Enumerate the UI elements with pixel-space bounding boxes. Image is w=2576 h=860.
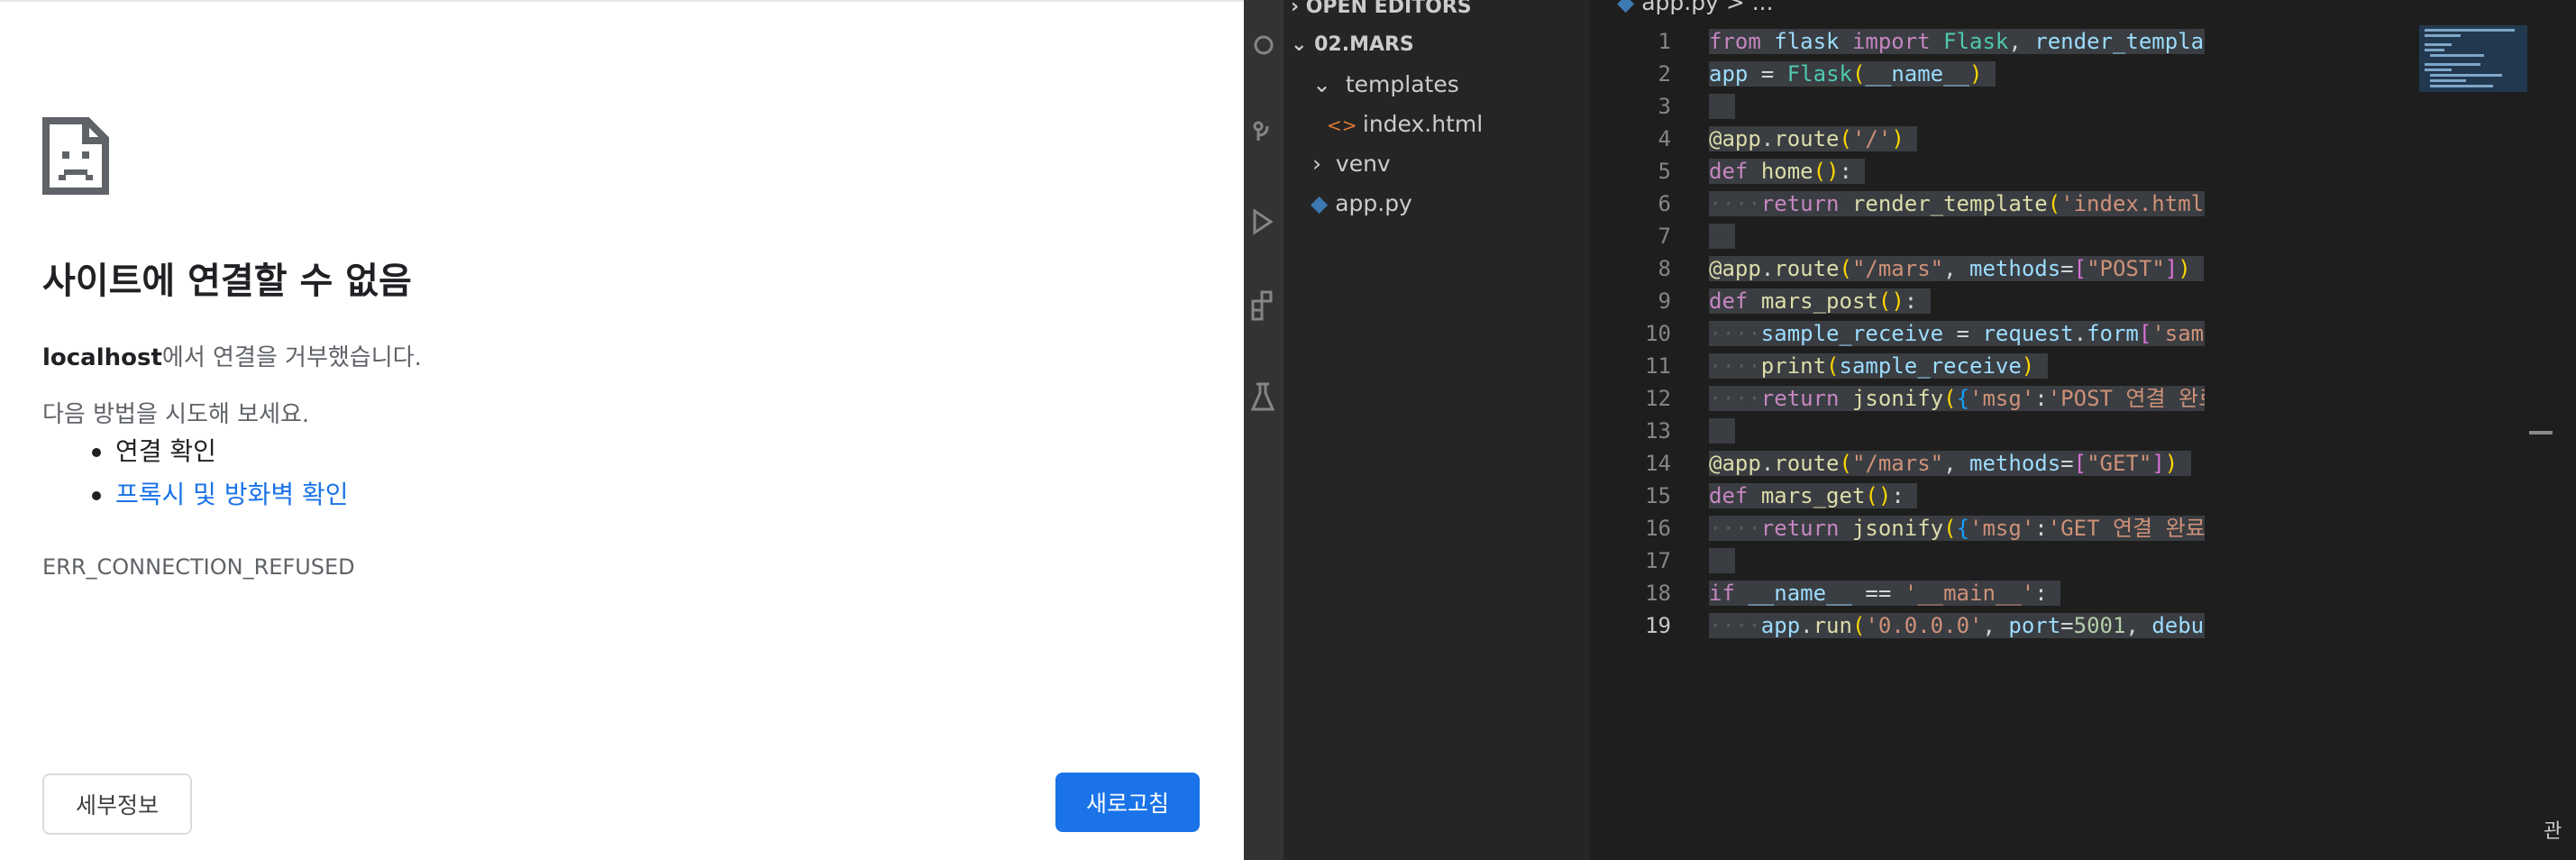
code-line[interactable]: if __name__ == '__main__': bbox=[1709, 577, 2205, 609]
line-number: 11 bbox=[1645, 353, 1671, 379]
tree-item-label: templates bbox=[1345, 71, 1459, 97]
breadcrumb-rest: > ... bbox=[1725, 0, 1774, 15]
suggestion-check-proxy-link[interactable]: 프록시 및 방화벽 확인 bbox=[74, 479, 349, 522]
code-line[interactable] bbox=[1709, 544, 2205, 577]
search-icon[interactable] bbox=[1244, 27, 1283, 63]
error-description: localhost에서 연결을 거부했습니다. bbox=[42, 339, 422, 372]
code-line[interactable]: from flask import Flask, render_template… bbox=[1709, 25, 2205, 58]
tree-item-label: app.py bbox=[1335, 190, 1412, 216]
code-line[interactable]: app = Flask(__name__) bbox=[1709, 58, 2205, 90]
code-line[interactable] bbox=[1709, 90, 2205, 123]
scrollbar-position-marker[interactable] bbox=[2529, 431, 2553, 435]
line-number: 10 bbox=[1645, 321, 1671, 346]
line-number: 14 bbox=[1645, 451, 1671, 476]
reload-button[interactable]: 새로고침 bbox=[1055, 773, 1200, 832]
sad-page-icon bbox=[42, 117, 109, 195]
python-file-icon: ◆ bbox=[1311, 190, 1336, 216]
line-number: 8 bbox=[1658, 256, 1671, 281]
line-number: 6 bbox=[1658, 191, 1671, 216]
line-number: 7 bbox=[1658, 224, 1671, 249]
python-file-icon: ◆ bbox=[1617, 0, 1642, 15]
line-number: 9 bbox=[1658, 288, 1671, 314]
tree-item-templates[interactable]: ⌄ templates bbox=[1312, 65, 1459, 105]
code-line[interactable]: def home(): bbox=[1709, 155, 2205, 188]
code-lines[interactable]: from flask import Flask, render_template… bbox=[1709, 25, 2205, 642]
line-number: 15 bbox=[1645, 483, 1671, 508]
line-number: 3 bbox=[1658, 94, 1671, 119]
code-line[interactable]: ····return render_template('index.html') bbox=[1709, 188, 2205, 220]
code-line[interactable]: @app.route('/') bbox=[1709, 123, 2205, 155]
tree-item-label: index.html bbox=[1362, 111, 1484, 137]
breadcrumb[interactable]: ◆ app.py > ... bbox=[1617, 0, 1774, 15]
run-debug-icon[interactable] bbox=[1244, 204, 1283, 240]
error-host: localhost bbox=[42, 344, 162, 371]
tree-item-index-html[interactable]: <> index.html bbox=[1327, 105, 1483, 144]
source-control-icon[interactable] bbox=[1244, 114, 1283, 150]
line-number: 5 bbox=[1658, 159, 1671, 184]
code-line[interactable]: ····return jsonify({'msg':'POST 연결 완료!'}… bbox=[1709, 382, 2205, 415]
line-number: 16 bbox=[1645, 516, 1671, 541]
project-label: 02.MARS bbox=[1314, 33, 1414, 56]
chevron-right-icon: › bbox=[1291, 0, 1306, 18]
line-number-gutter: 1 2 3 4 5 6 7 8 9 10 11 12 13 14 15 16 1… bbox=[1590, 25, 1671, 642]
open-editors-label: OPEN EDITORS bbox=[1305, 0, 1472, 18]
suggestion-check-connection: 연결 확인 bbox=[74, 435, 349, 479]
project-folder[interactable]: ⌄ 02.MARS bbox=[1291, 25, 1414, 65]
line-number: 18 bbox=[1645, 581, 1671, 606]
code-line[interactable]: def mars_get(): bbox=[1709, 480, 2205, 512]
tree-item-venv[interactable]: › venv bbox=[1312, 144, 1391, 184]
code-line[interactable]: def mars_post(): bbox=[1709, 285, 2205, 317]
code-line[interactable]: ····return jsonify({'msg':'GET 연결 완료!'}) bbox=[1709, 512, 2205, 544]
line-number-active: 19 bbox=[1645, 613, 1671, 638]
error-refused-text: 에서 연결을 거부했습니다. bbox=[161, 344, 422, 371]
chevron-right-icon: › bbox=[1312, 151, 1336, 177]
extensions-icon[interactable] bbox=[1244, 288, 1283, 325]
code-line[interactable]: @app.route("/mars", methods=["GET"]) bbox=[1709, 447, 2205, 480]
browser-error-page: 사이트에 연결할 수 없음 localhost에서 연결을 거부했습니다. 다음… bbox=[0, 0, 1244, 860]
line-number: 2 bbox=[1658, 61, 1671, 87]
code-line[interactable] bbox=[1709, 220, 2205, 252]
minimap[interactable] bbox=[2419, 25, 2527, 837]
try-label: 다음 방법을 시도해 보세요. bbox=[42, 401, 310, 428]
line-number: 4 bbox=[1658, 126, 1671, 151]
explorer-panel: › OPEN EDITORS ⌄ 02.MARS ⌄ templates <> … bbox=[1283, 0, 1590, 860]
tree-item-app-py[interactable]: ◆ app.py bbox=[1311, 184, 1412, 224]
open-editors-section[interactable]: › OPEN EDITORS bbox=[1291, 0, 1472, 27]
error-code: ERR_CONNECTION_REFUSED bbox=[42, 554, 355, 580]
code-line[interactable]: ····print(sample_receive) bbox=[1709, 350, 2205, 382]
line-number: 13 bbox=[1645, 418, 1671, 444]
details-button[interactable]: 세부정보 bbox=[42, 773, 192, 835]
code-line[interactable]: ····sample_receive = request.form['sampl… bbox=[1709, 317, 2205, 350]
testing-icon[interactable] bbox=[1244, 379, 1283, 415]
input-method-indicator: 관 bbox=[2544, 820, 2562, 843]
line-number: 17 bbox=[1645, 548, 1671, 573]
line-number: 1 bbox=[1658, 29, 1671, 54]
code-line[interactable]: ····app.run('0.0.0.0', port=5001, debug=… bbox=[1709, 609, 2205, 642]
html-file-icon: <> bbox=[1327, 114, 1363, 136]
code-line[interactable] bbox=[1709, 415, 2205, 447]
chevron-down-icon: ⌄ bbox=[1291, 33, 1315, 56]
error-title: 사이트에 연결할 수 없음 bbox=[42, 261, 412, 302]
suggestion-list: 연결 확인 프록시 및 방화벽 확인 bbox=[74, 435, 349, 522]
code-editor[interactable]: ◆ app.py > ... 1 2 3 4 5 6 7 8 9 10 11 1… bbox=[1590, 0, 2576, 860]
line-number: 12 bbox=[1645, 386, 1671, 411]
activity-bar bbox=[1244, 0, 1283, 860]
tree-item-label: venv bbox=[1335, 151, 1391, 177]
chevron-down-icon: ⌄ bbox=[1312, 71, 1346, 97]
code-line[interactable]: @app.route("/mars", methods=["POST"]) bbox=[1709, 252, 2205, 285]
breadcrumb-file: app.py bbox=[1641, 0, 1719, 15]
